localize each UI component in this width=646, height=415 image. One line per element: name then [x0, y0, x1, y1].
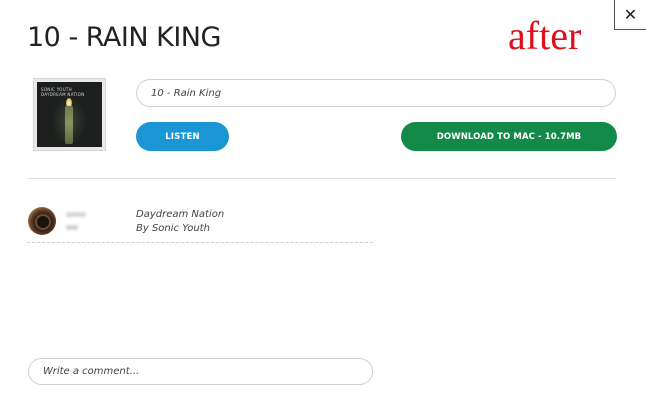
section-divider — [27, 178, 616, 179]
comment-artist: By Sonic Youth — [136, 223, 210, 234]
album-cover-art: SONIC YOUTH DAYDREAM NATION — [37, 82, 102, 147]
avatar-image — [37, 216, 49, 228]
download-button[interactable]: DOWNLOAD TO MAC - 10.7MB — [401, 122, 617, 151]
close-icon: ✕ — [623, 5, 638, 24]
candle-icon — [65, 106, 73, 144]
after-annotation: after — [508, 13, 582, 58]
cover-album: DAYDREAM NATION — [41, 92, 85, 97]
blurred-username — [66, 212, 86, 217]
listen-button[interactable]: LISTEN — [136, 122, 229, 151]
page-title: 10 - RAIN KING — [27, 22, 221, 53]
comment-separator — [27, 242, 373, 243]
close-button[interactable]: ✕ — [614, 0, 646, 30]
blurred-username-line2 — [66, 225, 78, 230]
track-name-field[interactable]: 10 - Rain King — [136, 79, 616, 107]
comment-album: Daydream Nation — [136, 209, 225, 220]
comment-input[interactable] — [28, 358, 373, 385]
avatar[interactable] — [28, 207, 56, 235]
cover-text: SONIC YOUTH DAYDREAM NATION — [41, 87, 84, 97]
album-cover: SONIC YOUTH DAYDREAM NATION — [33, 78, 106, 151]
